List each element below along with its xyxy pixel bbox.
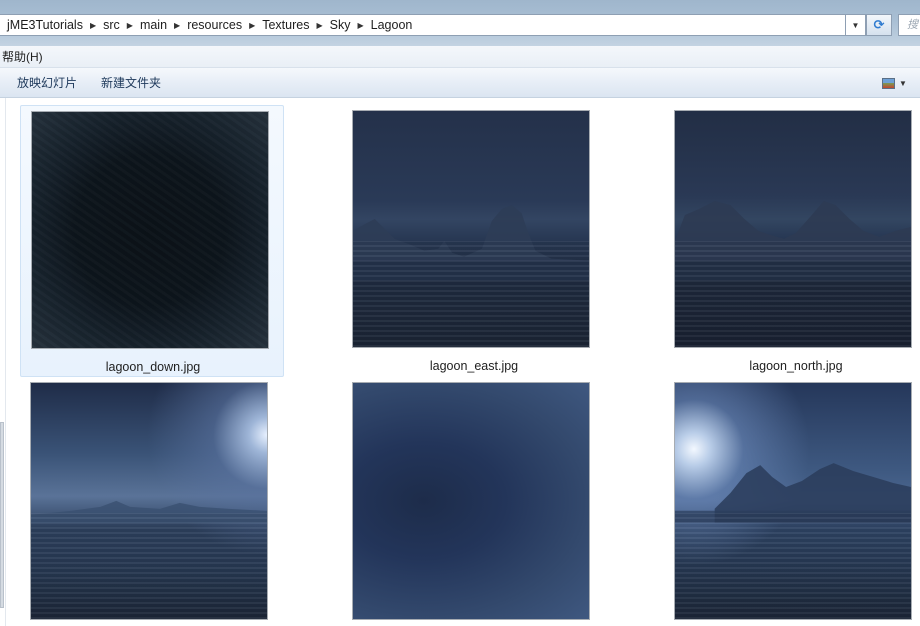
- chevron-down-icon: ▼: [851, 20, 860, 30]
- file-thumbnail: [352, 382, 590, 620]
- file-tile[interactable]: lagoon_down.jpg: [20, 105, 284, 377]
- mountain-silhouette: [675, 201, 911, 281]
- mountain-silhouette: [31, 500, 267, 523]
- address-bar: jME3Tutorials ▶ src ▶ main ▶ resources ▶…: [0, 0, 920, 46]
- mountain-silhouette: [353, 205, 589, 281]
- new-folder-button[interactable]: 新建文件夹: [89, 74, 173, 91]
- breadcrumb-item[interactable]: Sky: [327, 18, 354, 32]
- navigation-pane-edge: [0, 98, 6, 626]
- breadcrumb-item[interactable]: main: [137, 18, 170, 32]
- file-tile[interactable]: lagoon_north.jpg: [664, 105, 920, 377]
- breadcrumb-item[interactable]: src: [100, 18, 123, 32]
- menu-bar: 帮助(H): [0, 46, 920, 68]
- breadcrumb[interactable]: jME3Tutorials ▶ src ▶ main ▶ resources ▶…: [0, 14, 846, 36]
- file-thumbnail: [30, 382, 268, 620]
- navigation-scrollbar-thumb[interactable]: [0, 422, 4, 608]
- menu-help[interactable]: 帮助(H): [0, 48, 45, 65]
- file-tile[interactable]: [342, 377, 606, 626]
- file-name: lagoon_north.jpg: [749, 359, 843, 373]
- refresh-button[interactable]: ⟳: [866, 14, 892, 36]
- file-tile[interactable]: [20, 377, 284, 626]
- search-input[interactable]: 搜: [898, 14, 920, 36]
- breadcrumb-arrow-icon[interactable]: ▶: [123, 21, 137, 30]
- file-thumbnail: [31, 111, 269, 349]
- breadcrumb-item[interactable]: jME3Tutorials: [4, 18, 86, 32]
- file-tile[interactable]: [664, 377, 920, 626]
- file-list: lagoon_down.jpg lagoon_east.jpg lagoon_n…: [7, 98, 920, 626]
- breadcrumb-arrow-icon[interactable]: ▶: [86, 21, 100, 30]
- breadcrumb-arrow-icon[interactable]: ▶: [312, 21, 326, 30]
- command-bar: 放映幻灯片 新建文件夹 ▼: [0, 68, 920, 98]
- breadcrumb-item-current[interactable]: Lagoon: [368, 18, 416, 32]
- view-options-icon: [882, 77, 895, 89]
- breadcrumb-arrow-icon[interactable]: ▶: [353, 21, 367, 30]
- file-thumbnail: [674, 110, 912, 348]
- file-name: lagoon_down.jpg: [105, 360, 201, 374]
- change-view-button[interactable]: ▼: [882, 75, 912, 91]
- breadcrumb-arrow-icon[interactable]: ▶: [245, 21, 259, 30]
- slideshow-button[interactable]: 放映幻灯片: [0, 74, 89, 91]
- address-history-button[interactable]: ▼: [846, 14, 866, 36]
- breadcrumb-item[interactable]: resources: [184, 18, 245, 32]
- file-thumbnail: [352, 110, 590, 348]
- file-name: lagoon_east.jpg: [429, 359, 519, 373]
- breadcrumb-item[interactable]: Textures: [259, 18, 312, 32]
- file-thumbnail: [674, 382, 912, 620]
- refresh-icon: ⟳: [873, 17, 885, 32]
- breadcrumb-arrow-icon[interactable]: ▶: [170, 21, 184, 30]
- file-tile[interactable]: lagoon_east.jpg: [342, 105, 606, 377]
- mountain-silhouette: [675, 463, 911, 523]
- chevron-down-icon: ▼: [899, 78, 907, 88]
